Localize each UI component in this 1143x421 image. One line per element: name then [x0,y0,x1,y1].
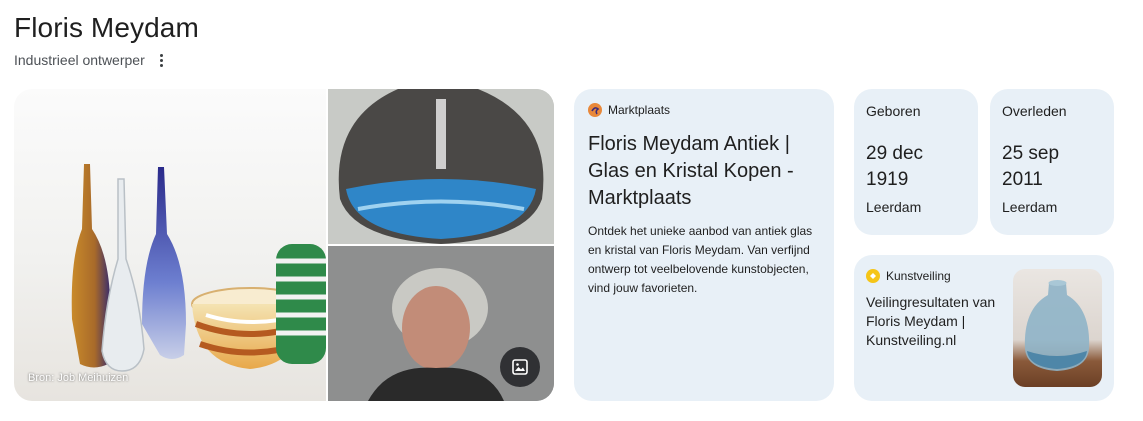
kunstveiling-logo-icon [866,269,880,283]
marktplaats-card[interactable]: Marktplaats Floris Meydam Antiek | Glas … [574,89,834,401]
born-place: Leerdam [866,199,922,215]
more-options-icon[interactable] [155,51,169,69]
marktplaats-description: Ontdek het unieke aanbod van antiek glas… [588,224,813,295]
died-date: 25 sep 2011 [1002,143,1060,190]
kunstveiling-source-name: Kunstveiling [886,269,951,283]
portrait-image[interactable] [328,246,554,401]
died-card[interactable]: Overleden 25 sep 2011 Leerdam [990,89,1114,235]
image-icon-glyph [512,359,528,375]
born-label: Geboren [866,103,921,119]
died-place: Leerdam [1002,199,1058,215]
vase-closeup-illustration [328,89,554,244]
marktplaats-logo-icon [588,103,602,117]
born-card[interactable]: Geboren 29 dec 1919 Leerdam [854,89,978,235]
subtitle-row: Industrieel ontwerper [14,51,169,69]
entity-title: Floris Meydam [14,12,199,43]
vases-illustration [71,164,326,372]
vases-image[interactable]: Bron: Job Meihuizen [14,89,326,401]
born-date: 29 dec 1919 [866,143,924,190]
kunstveiling-card[interactable]: Kunstveiling Veilingresultaten van Flori… [854,255,1114,401]
image-gallery-icon[interactable] [500,347,540,387]
kunstveiling-vase-thumbnail[interactable] [1013,269,1102,387]
marktplaats-title-link[interactable]: Floris Meydam Antiek | Glas en Kristal K… [588,131,820,212]
vase-thumbnail-illustration [1024,280,1090,371]
kunstveiling-title-link[interactable]: Veilingresultaten van Floris Meydam | Ku… [866,293,1006,350]
died-label: Overleden [1002,103,1067,119]
blue-vase-closeup-image[interactable] [328,89,554,244]
entity-subtitle: Industrieel ontwerper [14,52,145,68]
image-credit: Bron: Job Meihuizen [28,372,129,384]
marktplaats-source-name: Marktplaats [608,103,671,117]
image-mosaic: Bron: Job Meihuizen [14,89,554,401]
marktplaats-source: Marktplaats [588,103,820,117]
